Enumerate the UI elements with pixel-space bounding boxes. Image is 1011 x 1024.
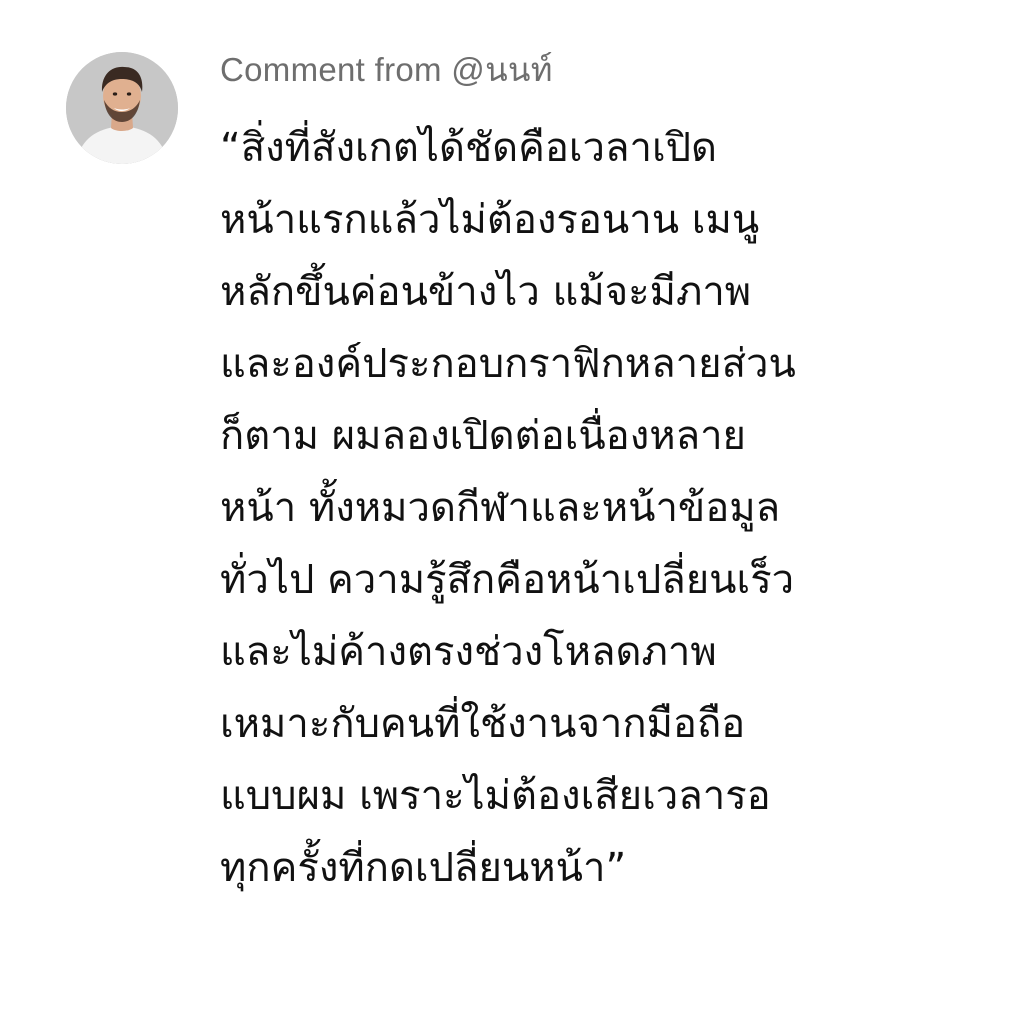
avatar[interactable] xyxy=(66,52,178,164)
comment-line-7: ทั่วไป ความรู้สึกคือหน้าเปลี่ยนเร็ว xyxy=(220,557,795,603)
comment-line-8: และไม่ค้างตรงช่วงโหลดภาพ xyxy=(220,629,717,675)
comment-card: Comment from @นนท์ “สิ่งที่สังเกตได้ชัดค… xyxy=(0,0,1011,1024)
comment-text: “สิ่งที่สังเกตได้ชัดคือเวลาเปิด หน้าแรกแ… xyxy=(220,112,980,904)
comment-line-5: ก็ตาม ผมลองเปิดต่อเนื่องหลาย xyxy=(220,413,746,459)
comment-line-6: หน้า ทั้งหมวดกีฬาและหน้าข้อมูล xyxy=(220,485,781,531)
comment-line-11: ทุกครั้งที่กดเปลี่ยนหน้า” xyxy=(220,845,627,891)
person-avatar-icon xyxy=(66,52,178,164)
comment-line-10: แบบผม เพราะไม่ต้องเสียเวลารอ xyxy=(220,773,771,819)
comment-author[interactable]: Comment from @นนท์ xyxy=(220,48,553,92)
comment-line-2: หน้าแรกแล้วไม่ต้องรอนาน เมนู xyxy=(220,197,760,243)
comment-line-3: หลักขึ้นค่อนข้างไว แม้จะมีภาพ xyxy=(220,269,752,315)
comment-line-4: และองค์ประกอบกราฟิกหลายส่วน xyxy=(220,341,796,387)
comment-line-1: “สิ่งที่สังเกตได้ชัดคือเวลาเปิด xyxy=(220,125,717,171)
comment-line-9: เหมาะกับคนที่ใช้งานจากมือถือ xyxy=(220,701,746,747)
